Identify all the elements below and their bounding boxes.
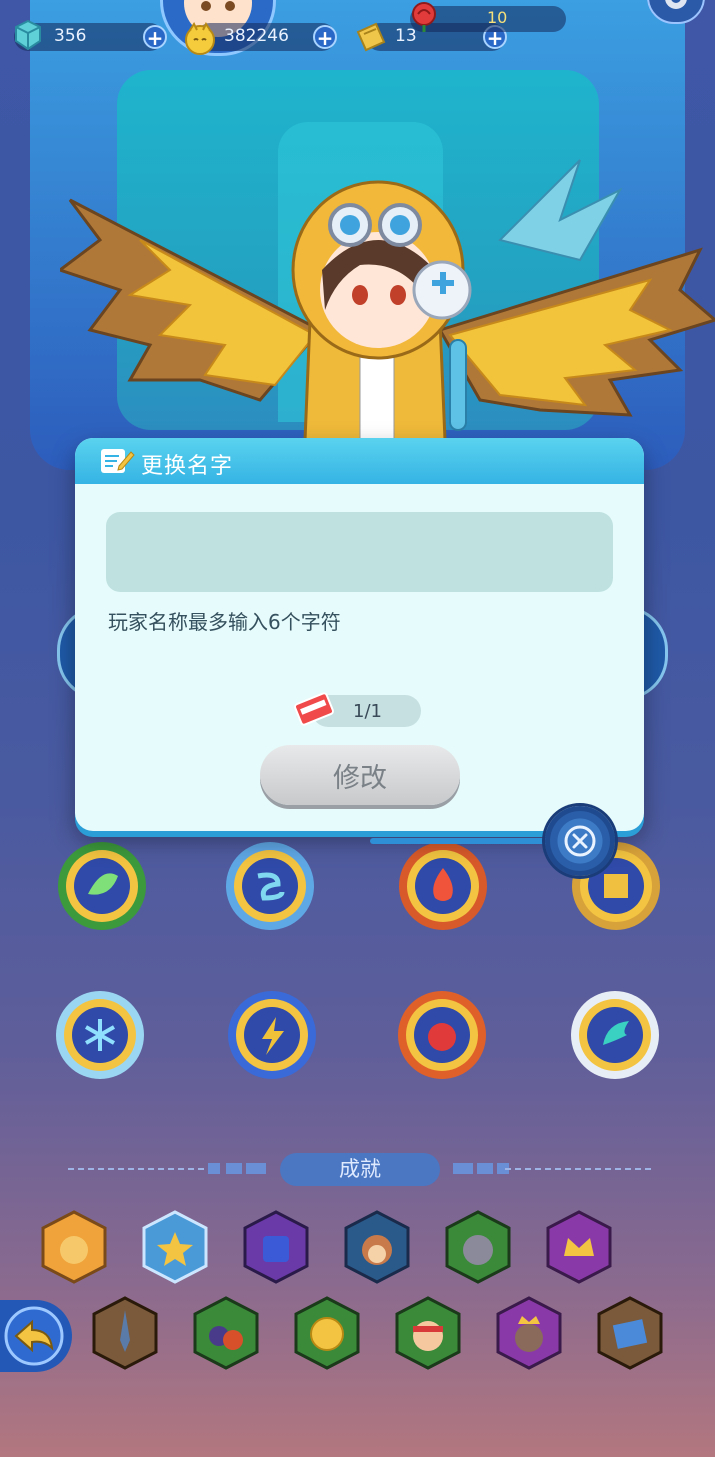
edit-note-icon	[101, 449, 135, 473]
player-name-input[interactable]	[106, 512, 613, 592]
rename-card-icon	[294, 692, 334, 726]
name-length-hint: 玩家名称最多输入6个字符	[108, 610, 341, 634]
game-screen: 356 + 382246 + 13 + 10 成就 更换名字 玩家名称最多输入6…	[0, 0, 715, 1457]
modify-button[interactable]: 修改	[260, 745, 460, 805]
dialog-title: 更换名字	[141, 454, 234, 479]
dialog-header: 更换名字	[75, 438, 644, 484]
dialog-bottom-bar	[370, 838, 560, 844]
close-button[interactable]	[545, 806, 615, 876]
rename-cost-count: 1/1	[353, 701, 382, 722]
close-icon	[564, 825, 596, 857]
rename-dialog: 更换名字 玩家名称最多输入6个字符 1/1 修改	[75, 438, 644, 831]
